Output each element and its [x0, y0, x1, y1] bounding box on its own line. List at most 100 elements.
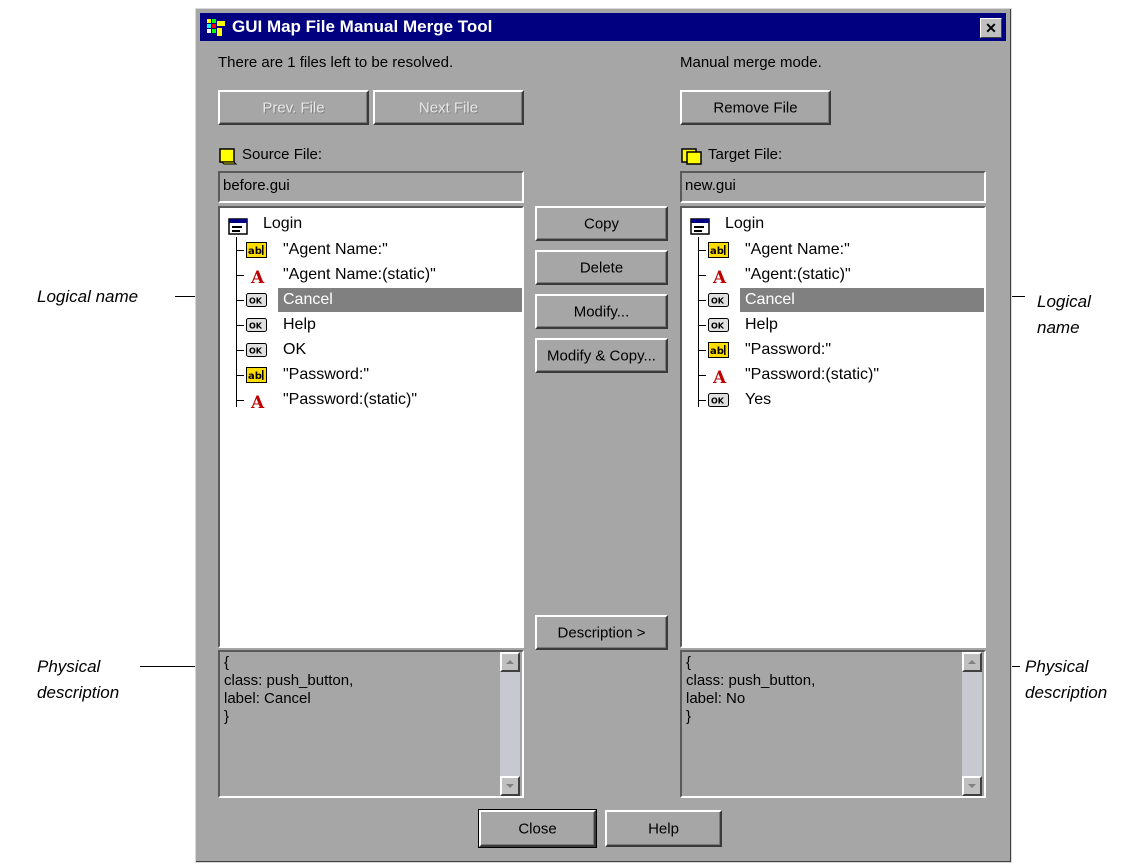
- app-icon: [207, 19, 225, 36]
- svg-text:OK: OK: [711, 397, 725, 406]
- vertical-scrollbar[interactable]: [962, 652, 982, 796]
- delete-label: Delete: [579, 259, 624, 276]
- desc-line: }: [686, 708, 692, 725]
- source-file-icon: [219, 148, 238, 165]
- tree-item[interactable]: ab "Agent Name:": [236, 239, 516, 261]
- tree-branch: [698, 325, 706, 326]
- desc-line: {: [224, 654, 230, 671]
- desc-line: {: [686, 654, 692, 671]
- svg-text:OK: OK: [249, 322, 263, 331]
- merge-mode-status: Manual merge mode.: [680, 54, 822, 71]
- scroll-up-button[interactable]: [962, 652, 982, 672]
- tree-branch: [698, 300, 706, 301]
- tree-item[interactable]: A "Agent Name:(static)": [236, 264, 516, 286]
- next-file-label: Next File: [418, 99, 479, 116]
- desc-line: }: [224, 708, 230, 725]
- scroll-down-button[interactable]: [962, 776, 982, 796]
- remove-file-button[interactable]: Remove File: [680, 90, 831, 125]
- edit-icon: ab: [708, 242, 729, 258]
- svg-text:ab: ab: [248, 371, 262, 382]
- static-text-icon: A: [250, 393, 265, 410]
- tree-branch: [698, 400, 706, 401]
- tree-item[interactable]: OK Yes: [698, 389, 978, 411]
- tree-item[interactable]: OK Help: [236, 314, 516, 336]
- scroll-up-button[interactable]: [500, 652, 520, 672]
- files-left-status: There are 1 files left to be resolved.: [218, 54, 454, 71]
- help-label: Help: [648, 820, 679, 837]
- tree-item[interactable]: ab "Agent Name:": [698, 239, 978, 261]
- node-label: "Agent:(static)": [745, 266, 851, 283]
- push-button-icon: OK: [708, 293, 729, 307]
- close-button[interactable]: Close: [478, 809, 597, 848]
- source-filename-field[interactable]: before.gui: [218, 171, 524, 203]
- desc-line: class: push_button,: [224, 672, 354, 689]
- node-label: "Agent Name:(static)": [283, 266, 436, 283]
- scroll-down-button[interactable]: [500, 776, 520, 796]
- callout-text: description: [1025, 683, 1108, 702]
- svg-text:OK: OK: [711, 297, 725, 306]
- next-file-button[interactable]: Next File: [373, 90, 524, 125]
- close-label: Close: [518, 820, 557, 837]
- node-label: "Password:": [745, 341, 832, 358]
- tree-branch: [236, 350, 244, 351]
- callout-physical-description-left: Physical description: [37, 654, 119, 706]
- tree-item[interactable]: ab "Password:": [698, 339, 978, 361]
- remove-file-label: Remove File: [713, 99, 798, 116]
- node-label: Help: [283, 316, 316, 333]
- tree-item[interactable]: A "Password:(static)": [236, 389, 516, 411]
- tree-item[interactable]: ab "Password:": [236, 364, 516, 386]
- target-tree[interactable]: Login ab "Agent Name:" A "Agent:(static)…: [680, 206, 986, 648]
- tree-branch: [698, 350, 706, 351]
- svg-text:OK: OK: [249, 297, 263, 306]
- tree-item-selected[interactable]: OK Cancel: [236, 289, 516, 311]
- delete-button[interactable]: Delete: [535, 250, 668, 285]
- arrow-up-icon: [506, 660, 514, 664]
- tree-item[interactable]: A "Agent:(static)": [698, 264, 978, 286]
- copy-label: Copy: [583, 215, 620, 232]
- source-tree[interactable]: Login ab "Agent Name:" A "Agent Name:(st…: [218, 206, 524, 648]
- push-button-icon: OK: [246, 343, 267, 357]
- node-label: Help: [745, 316, 778, 333]
- tree-branch: [698, 250, 706, 251]
- node-label: Login: [263, 215, 303, 232]
- prev-file-button[interactable]: Prev. File: [218, 90, 369, 125]
- svg-text:ab: ab: [710, 346, 724, 357]
- arrow-down-icon: [968, 784, 976, 788]
- callout-text: description: [37, 683, 120, 702]
- arrow-up-icon: [968, 660, 976, 664]
- target-filename-field[interactable]: new.gui: [680, 171, 986, 203]
- tree-item[interactable]: OK OK: [236, 339, 516, 361]
- tree-branch: [236, 275, 244, 276]
- target-physical-description[interactable]: { class: push_button, label: No }: [680, 650, 986, 798]
- svg-text:A: A: [250, 268, 265, 285]
- window-icon: [690, 218, 710, 235]
- svg-text:ab: ab: [710, 246, 724, 257]
- modify-and-copy-button[interactable]: Modify & Copy...: [535, 338, 668, 373]
- node-label: Cancel: [745, 291, 795, 308]
- title-bar[interactable]: GUI Map File Manual Merge Tool ✕: [200, 13, 1006, 41]
- callout-text: Logical: [1037, 292, 1091, 311]
- node-label: "Password:(static)": [283, 391, 418, 408]
- node-label: OK: [283, 341, 307, 358]
- callout-physical-description-right: Physical description: [1025, 654, 1107, 706]
- arrow-down-icon: [506, 784, 514, 788]
- close-window-button[interactable]: ✕: [980, 18, 1002, 38]
- callout-text: name: [1037, 318, 1080, 337]
- modify-button[interactable]: Modify...: [535, 294, 668, 329]
- tree-branch: [236, 375, 244, 376]
- tree-item[interactable]: OK Help: [698, 314, 978, 336]
- tree-item[interactable]: A "Password:(static)": [698, 364, 978, 386]
- svg-text:OK: OK: [711, 322, 725, 331]
- tree-item-selected[interactable]: OK Cancel: [698, 289, 978, 311]
- vertical-scrollbar[interactable]: [500, 652, 520, 796]
- source-file-label: Source File:: [242, 146, 323, 163]
- node-label: "Agent Name:": [745, 241, 850, 258]
- copy-button[interactable]: Copy: [535, 206, 668, 241]
- source-physical-description[interactable]: { class: push_button, label: Cancel }: [218, 650, 524, 798]
- help-button[interactable]: Help: [605, 810, 722, 847]
- merge-tool-dialog: GUI Map File Manual Merge Tool ✕ There a…: [195, 8, 1012, 863]
- modify-label: Modify...: [573, 303, 630, 320]
- node-label: Cancel: [283, 291, 333, 308]
- description-toggle-button[interactable]: Description >: [535, 615, 668, 650]
- static-text-icon: A: [250, 268, 265, 285]
